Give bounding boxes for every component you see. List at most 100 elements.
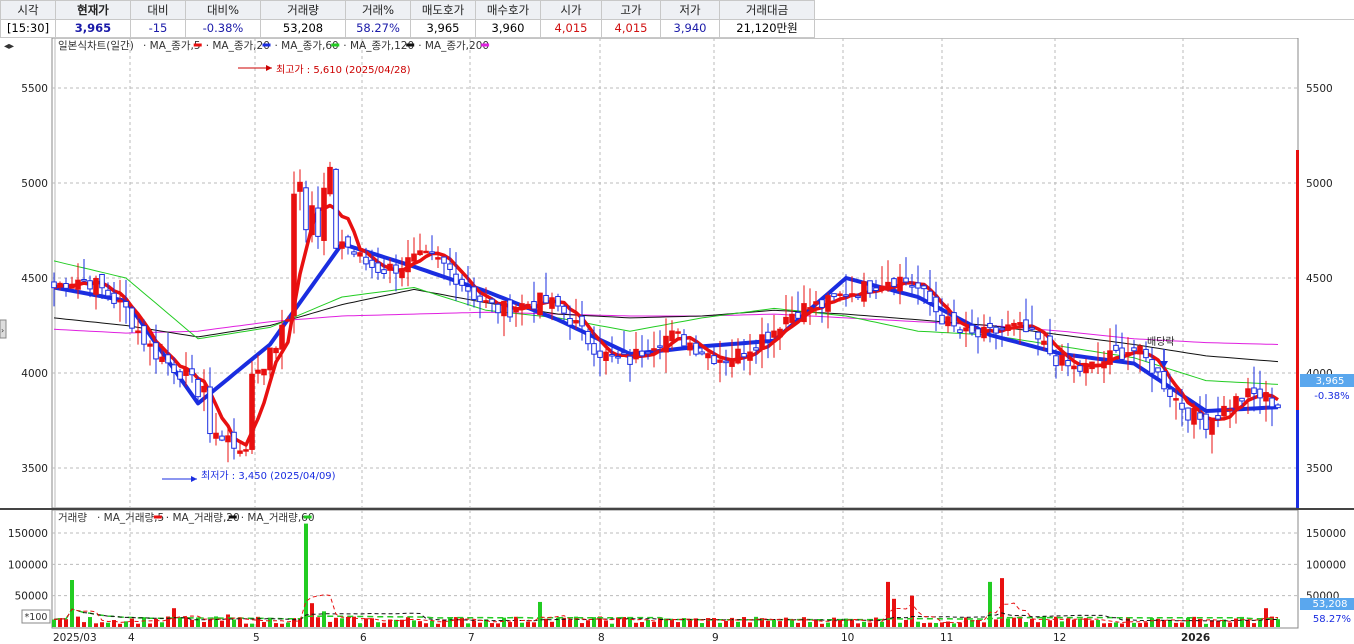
candle-body — [1221, 405, 1227, 417]
volume-bar — [532, 622, 536, 627]
date-tick: 11 — [940, 632, 953, 644]
volume-bar — [1078, 618, 1082, 627]
candle-body — [75, 279, 81, 290]
candle-body — [1059, 354, 1065, 366]
candle-body — [537, 292, 543, 316]
candle-body — [903, 277, 909, 283]
volume-bar — [1276, 619, 1280, 627]
volume-bar — [1144, 622, 1148, 627]
candle-body — [711, 355, 717, 365]
candle-body — [285, 319, 291, 322]
candle-body — [393, 264, 399, 274]
volume-bar — [604, 620, 608, 627]
left-handle-arrow-icon[interactable]: › — [1, 326, 4, 335]
volume-bar — [340, 618, 344, 627]
candle-body — [153, 342, 159, 360]
quote-ask: 3,965 — [410, 18, 476, 38]
volume-bar — [916, 621, 920, 627]
quote-header-change-pct: 대비% — [185, 0, 261, 20]
candle-body — [1233, 396, 1239, 409]
candle-body — [345, 236, 351, 248]
price-axis-right: 55005000450040003500 — [1306, 83, 1333, 475]
date-tick: 12 — [1053, 632, 1066, 644]
volume-bar — [1096, 620, 1100, 627]
volume-bar — [1120, 623, 1124, 627]
current-price-tag-text: 3,965 — [1316, 376, 1345, 387]
candle-body — [243, 449, 249, 452]
candle-body — [105, 289, 111, 297]
candle-body — [927, 290, 933, 303]
legend-label: · MA_종가,5 — [143, 40, 201, 52]
volume-bar — [328, 621, 332, 627]
volume-bar — [1138, 623, 1142, 627]
candle-body — [675, 331, 681, 334]
quote-header-volume: 거래량 — [260, 0, 346, 20]
volume-bar — [550, 621, 554, 627]
candle-body — [417, 250, 423, 256]
candle-body — [1035, 331, 1041, 340]
candle-body — [501, 300, 507, 317]
candle-body — [639, 350, 645, 357]
volume-bar — [370, 618, 374, 627]
low-price-label: 최저가 : 3,450 (2025/04/09) — [201, 470, 336, 482]
candle-body — [351, 251, 357, 255]
volume-bar — [724, 620, 728, 627]
candle-body — [1275, 404, 1281, 409]
volume-bar — [220, 620, 224, 627]
quote-header-amount: 거래대금 — [719, 0, 815, 20]
volume-bar — [142, 617, 146, 627]
volume-bar — [718, 622, 722, 627]
volume-bar — [478, 622, 482, 627]
candle-body — [939, 314, 945, 325]
stock-chart[interactable]: ◂▸ 일본식차트(일간) · MA_종가,5 · MA_종가,20 · MA_종가,… — [0, 38, 1354, 644]
candle-body — [741, 352, 747, 358]
candle-body — [51, 281, 57, 289]
volume-bar — [502, 617, 506, 627]
volume-bar — [412, 620, 416, 627]
volume-bar — [868, 622, 872, 627]
candle-body — [471, 286, 477, 300]
volume-bar — [232, 619, 236, 627]
quote-header-volume-pct: 거래% — [345, 0, 411, 20]
volume-bar — [184, 617, 188, 627]
candle-body — [1167, 388, 1173, 397]
volume-bar — [1162, 620, 1166, 627]
quote-amount: 21,120만원 — [719, 18, 815, 38]
volume-bar — [1000, 578, 1004, 627]
volume-axis-right: 15000010000050000 — [1306, 528, 1346, 603]
candle-body — [1095, 363, 1101, 367]
volume-bar — [1204, 623, 1208, 627]
volume-bar — [442, 619, 446, 627]
volume-bar — [64, 619, 68, 627]
candle-body — [531, 301, 537, 310]
quote-header-row: 시각 현재가 대비 대비% 거래량 거래% 매도호가 매수호가 시가 고가 저가… — [0, 0, 1354, 20]
volume-bar — [886, 581, 890, 627]
candle-body — [1065, 360, 1071, 367]
quote-volume-pct: 58.27% — [345, 18, 411, 38]
candle-body — [237, 450, 243, 454]
candle-body — [1179, 402, 1185, 410]
candle-body — [123, 300, 129, 308]
volume-bar — [472, 620, 476, 627]
volume-bar — [520, 622, 524, 627]
date-tick: 9 — [712, 632, 719, 644]
price-tick-right: 5000 — [1306, 178, 1333, 190]
volume-bar — [856, 623, 860, 627]
candle-body — [987, 322, 993, 329]
volume-bar — [676, 622, 680, 627]
candle-body — [1161, 370, 1167, 390]
candle-body — [165, 354, 171, 364]
quote-bid: 3,960 — [475, 18, 541, 38]
candle-body — [651, 348, 657, 351]
volume-bar — [466, 623, 470, 627]
volume-bar — [1006, 618, 1010, 627]
candle-body — [117, 299, 123, 303]
volume-bar — [904, 619, 908, 627]
candle-body — [969, 324, 975, 334]
candle-body — [795, 311, 801, 319]
volume-profile-down — [1296, 410, 1299, 508]
scroll-arrows-icon[interactable]: ◂▸ — [4, 41, 14, 52]
candle-body — [147, 343, 153, 347]
candle-body — [735, 348, 741, 364]
candle-body — [705, 353, 711, 359]
